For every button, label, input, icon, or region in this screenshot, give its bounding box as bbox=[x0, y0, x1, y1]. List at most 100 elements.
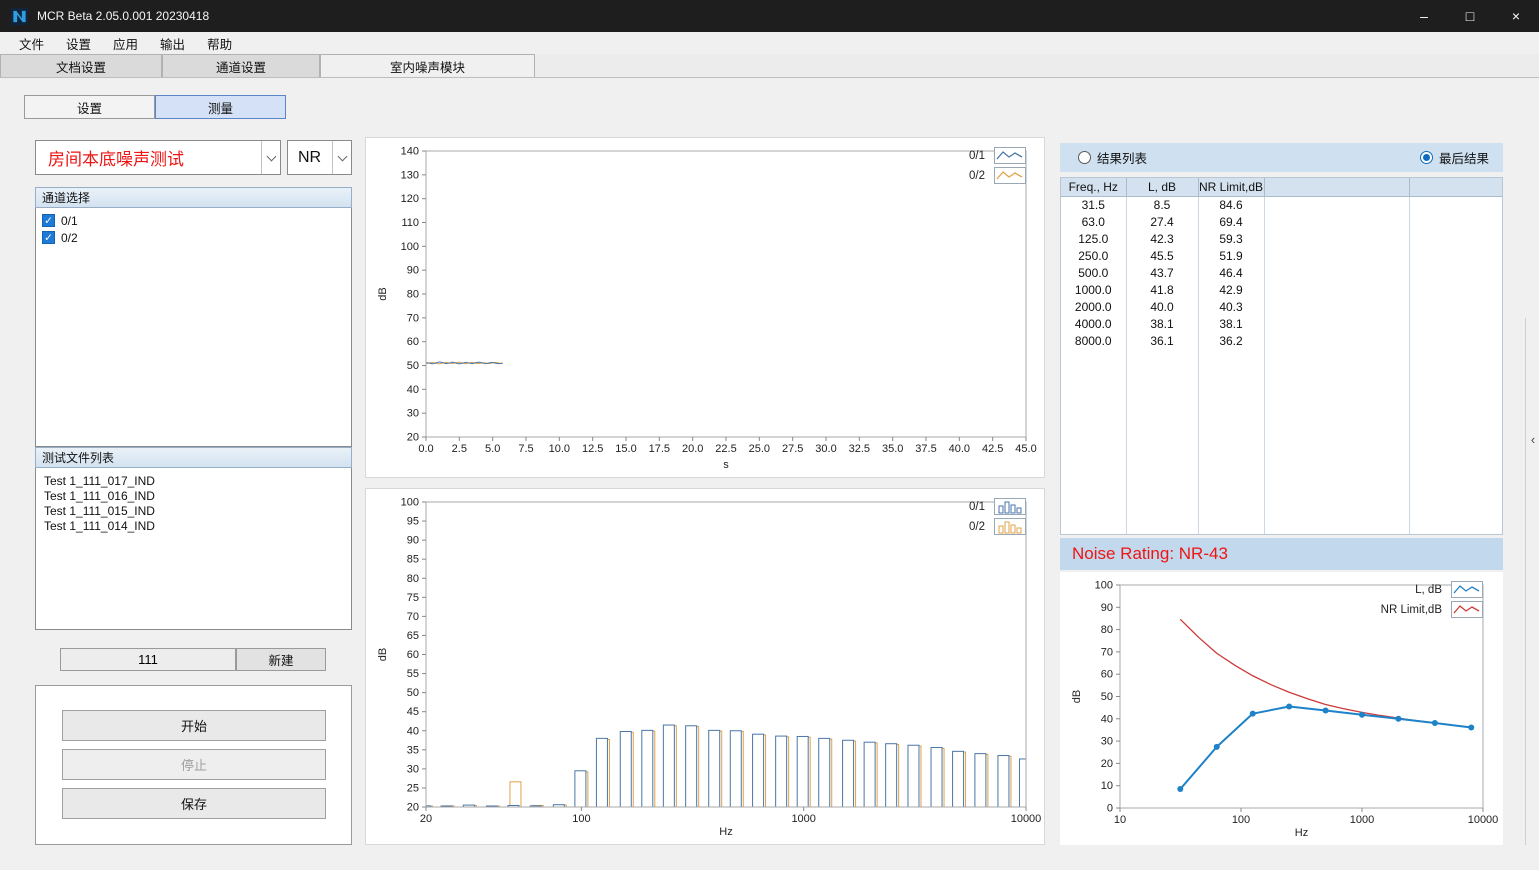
legend-swatch-icon bbox=[994, 167, 1026, 184]
table-row[interactable]: 1000.041.842.9 bbox=[1061, 281, 1502, 298]
svg-text:10: 10 bbox=[1101, 780, 1113, 792]
app-logo-icon bbox=[11, 8, 28, 25]
channel-item[interactable]: ✓ 0/1 bbox=[42, 212, 345, 229]
svg-text:Hz: Hz bbox=[1295, 827, 1308, 839]
radio-last-result[interactable]: 最后结果 bbox=[1420, 148, 1489, 167]
table-header-cell[interactable]: L, dB bbox=[1126, 178, 1198, 196]
channel-label: 0/1 bbox=[61, 214, 78, 228]
start-button[interactable]: 开始 bbox=[62, 710, 326, 741]
legend-swatch-icon bbox=[1451, 601, 1483, 618]
table-row[interactable]: 8000.036.136.2 bbox=[1061, 332, 1502, 349]
legend-item: 0/1 bbox=[969, 147, 1026, 164]
tab-document-settings[interactable]: 文档设置 bbox=[0, 54, 162, 77]
rating-standard-value: NR bbox=[288, 141, 332, 174]
svg-text:120: 120 bbox=[401, 193, 419, 205]
radio-result-list-label: 结果列表 bbox=[1097, 148, 1147, 167]
svg-text:100: 100 bbox=[1232, 814, 1250, 826]
title-bar: MCR Beta 2.05.0.001 20230418 – □ × bbox=[0, 0, 1539, 32]
file-name-input[interactable] bbox=[60, 648, 236, 671]
chevron-down-icon[interactable] bbox=[261, 141, 280, 174]
svg-text:s: s bbox=[723, 459, 729, 471]
svg-text:30.0: 30.0 bbox=[815, 443, 836, 455]
svg-text:32.5: 32.5 bbox=[849, 443, 870, 455]
svg-text:12.5: 12.5 bbox=[582, 443, 603, 455]
table-row[interactable]: 4000.038.138.1 bbox=[1061, 315, 1502, 332]
file-list-item[interactable]: Test 1_111_014_IND bbox=[44, 519, 343, 534]
svg-text:35.0: 35.0 bbox=[882, 443, 903, 455]
action-panel: 开始 停止 保存 bbox=[35, 685, 352, 845]
legend-label: 0/1 bbox=[969, 501, 985, 513]
tab-room-noise-module[interactable]: 室内噪声模块 bbox=[320, 54, 535, 77]
radio-checked-icon bbox=[1420, 151, 1433, 164]
table-header-cell[interactable] bbox=[1264, 178, 1409, 196]
channel-list[interactable]: ✓ 0/1✓0/2 bbox=[35, 208, 352, 447]
table-row[interactable]: 250.045.551.9 bbox=[1061, 247, 1502, 264]
radio-result-list[interactable]: 结果列表 bbox=[1078, 148, 1147, 167]
svg-text:30: 30 bbox=[407, 408, 419, 420]
svg-text:60: 60 bbox=[407, 649, 419, 661]
legend-item: 0/2 bbox=[969, 167, 1026, 184]
file-list-item[interactable]: Test 1_111_015_IND bbox=[44, 504, 343, 519]
tab-channel-settings[interactable]: 通道设置 bbox=[162, 54, 320, 77]
table-header-cell[interactable] bbox=[1409, 178, 1502, 196]
channel-item[interactable]: ✓0/2 bbox=[42, 229, 345, 246]
table-row[interactable]: 500.043.746.4 bbox=[1061, 264, 1502, 281]
svg-text:7.5: 7.5 bbox=[518, 443, 533, 455]
noise-rating-banner: Noise Rating: NR-43 bbox=[1060, 538, 1503, 570]
svg-text:45: 45 bbox=[407, 706, 419, 718]
svg-text:80: 80 bbox=[1101, 624, 1113, 636]
menu-apply[interactable]: 应用 bbox=[102, 34, 149, 53]
menu-help[interactable]: 帮助 bbox=[196, 34, 243, 53]
svg-text:90: 90 bbox=[1101, 602, 1113, 614]
file-list-item[interactable]: Test 1_111_016_IND bbox=[44, 489, 343, 504]
svg-text:90: 90 bbox=[407, 265, 419, 277]
svg-text:10.0: 10.0 bbox=[549, 443, 570, 455]
minimize-button[interactable]: – bbox=[1401, 0, 1447, 32]
svg-text:15.0: 15.0 bbox=[615, 443, 636, 455]
menu-file[interactable]: 文件 bbox=[8, 34, 55, 53]
close-button[interactable]: × bbox=[1493, 0, 1539, 32]
collapse-arrow-icon[interactable]: ‹ bbox=[1527, 426, 1539, 452]
svg-text:75: 75 bbox=[407, 592, 419, 604]
svg-text:20.0: 20.0 bbox=[682, 443, 703, 455]
maximize-button[interactable]: □ bbox=[1447, 0, 1493, 32]
legend-label: 0/2 bbox=[969, 170, 985, 182]
menu-settings[interactable]: 设置 bbox=[55, 34, 102, 53]
legend-swatch-icon bbox=[994, 518, 1026, 535]
radio-circle-icon bbox=[1078, 151, 1091, 164]
table-row[interactable]: 125.042.359.3 bbox=[1061, 230, 1502, 247]
table-header-cell[interactable]: NR Limit,dB bbox=[1198, 178, 1264, 196]
svg-text:90: 90 bbox=[407, 535, 419, 547]
svg-text:95: 95 bbox=[407, 516, 419, 528]
test-name-select[interactable]: 房间本底噪声测试 bbox=[35, 140, 281, 175]
legend-label: NR Limit,dB bbox=[1381, 604, 1442, 616]
legend-item: NR Limit,dB bbox=[1381, 601, 1483, 618]
svg-text:20: 20 bbox=[407, 432, 419, 444]
legend-item: 0/2 bbox=[969, 518, 1026, 535]
svg-text:50: 50 bbox=[407, 687, 419, 699]
subtab-settings[interactable]: 设置 bbox=[24, 95, 155, 119]
table-row[interactable]: 63.027.469.4 bbox=[1061, 213, 1502, 230]
svg-text:140: 140 bbox=[401, 146, 419, 158]
svg-text:50: 50 bbox=[1101, 691, 1113, 703]
checkbox-icon[interactable]: ✓ bbox=[42, 214, 55, 227]
file-list-item[interactable]: Test 1_111_017_IND bbox=[44, 474, 343, 489]
legend-swatch-icon bbox=[994, 147, 1026, 164]
menu-output[interactable]: 输出 bbox=[149, 34, 196, 53]
file-list[interactable]: Test 1_111_017_INDTest 1_111_016_INDTest… bbox=[35, 468, 352, 630]
save-button[interactable]: 保存 bbox=[62, 788, 326, 819]
subtab-measure[interactable]: 测量 bbox=[155, 95, 286, 119]
svg-text:100: 100 bbox=[401, 497, 419, 509]
rating-standard-select[interactable]: NR bbox=[287, 140, 352, 175]
table-row[interactable]: 2000.040.040.3 bbox=[1061, 298, 1502, 315]
table-row[interactable]: 31.58.584.6 bbox=[1061, 196, 1502, 213]
checkbox-icon[interactable]: ✓ bbox=[42, 231, 55, 244]
chevron-down-icon[interactable] bbox=[332, 141, 351, 174]
table-header-cell[interactable]: Freq., Hz bbox=[1061, 178, 1126, 196]
new-file-button[interactable]: 新建 bbox=[236, 648, 326, 671]
spectrum-chart: 2025303540455055606570758085909510020100… bbox=[365, 488, 1045, 845]
svg-text:22.5: 22.5 bbox=[715, 443, 736, 455]
svg-text:25.0: 25.0 bbox=[749, 443, 770, 455]
svg-text:40.0: 40.0 bbox=[949, 443, 970, 455]
results-table: Freq., HzL, dBNR Limit,dB31.58.584.663.0… bbox=[1060, 177, 1503, 535]
